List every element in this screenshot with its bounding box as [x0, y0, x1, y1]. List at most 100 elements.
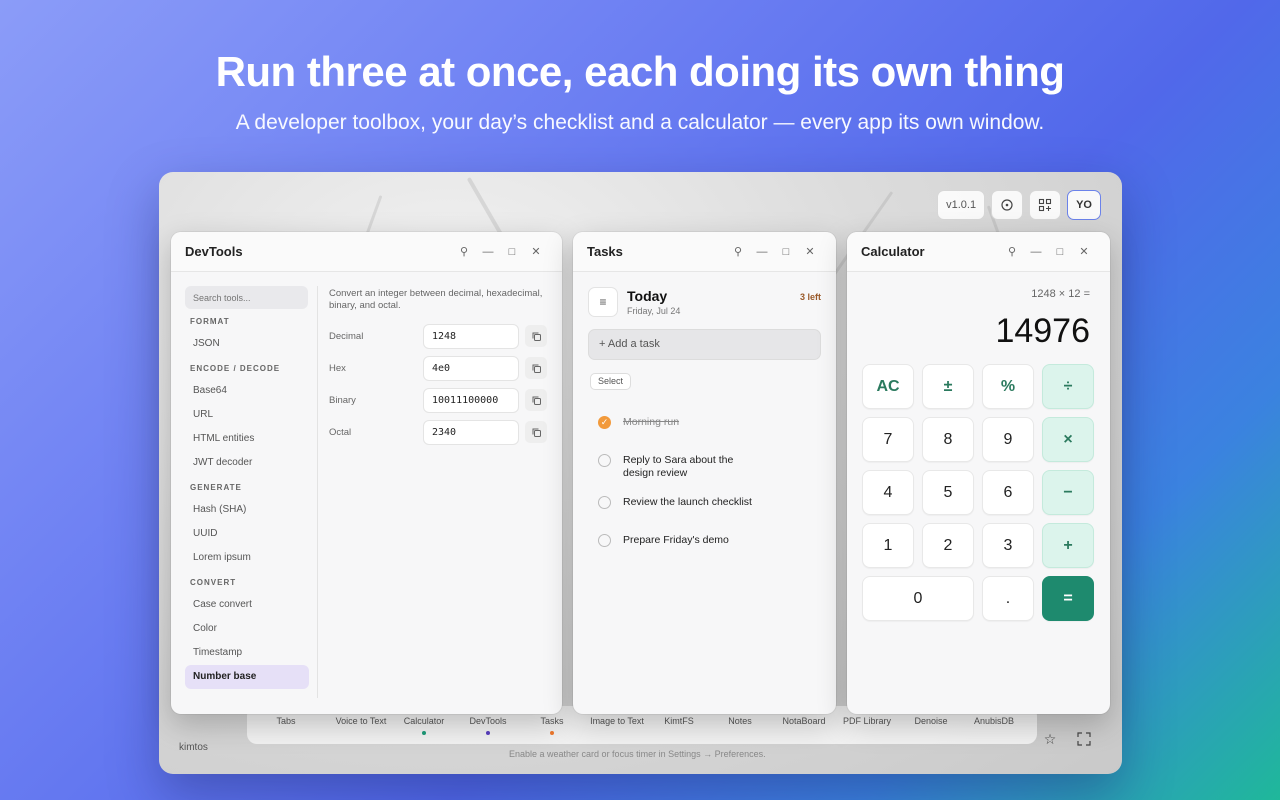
- devtools-titlebar: DevTools ⚲ — □ ✕: [171, 232, 562, 272]
- dock-item-label: Tabs: [276, 716, 296, 726]
- checked-checkbox[interactable]: ✓: [598, 416, 611, 429]
- task-checkbox[interactable]: [598, 496, 611, 509]
- maximize-button[interactable]: □: [500, 246, 524, 258]
- close-button[interactable]: ✕: [798, 245, 822, 258]
- maximize-button[interactable]: □: [1048, 246, 1072, 258]
- sidebar-section-heading: ENCODE / DECODE: [190, 364, 281, 373]
- calc-key-divide[interactable]: ÷: [1042, 364, 1094, 409]
- sidebar-item-case-convert[interactable]: Case convert: [185, 593, 309, 617]
- copy-button[interactable]: [525, 325, 547, 347]
- sidebar-item-jwt-decoder[interactable]: JWT decoder: [185, 451, 309, 475]
- task-text: Morning run: [623, 416, 680, 428]
- calc-key-4[interactable]: 4: [862, 470, 914, 515]
- sidebar-item-json[interactable]: JSON: [185, 332, 309, 356]
- chat-button[interactable]: [991, 190, 1024, 220]
- sidebar-item-html-entities[interactable]: HTML entities: [185, 427, 309, 451]
- sidebar-divider: [317, 286, 318, 698]
- task-text: Review the launch checklist: [623, 496, 752, 508]
- close-button[interactable]: ✕: [524, 245, 548, 258]
- running-indicator: [550, 731, 554, 735]
- minimize-button[interactable]: —: [750, 246, 774, 258]
- calc-key-3[interactable]: 3: [982, 523, 1034, 568]
- sidebar-item-base64[interactable]: Base64: [185, 379, 309, 403]
- calc-expression: 1248 × 12 =: [1031, 288, 1090, 300]
- copy-button[interactable]: [525, 389, 547, 411]
- window-title: Tasks: [587, 244, 623, 259]
- sidebar-item-color[interactable]: Color: [185, 617, 309, 641]
- calc-key-7[interactable]: 7: [862, 417, 914, 462]
- add-task-input[interactable]: + Add a task: [588, 329, 821, 360]
- fullscreen-button[interactable]: [1071, 726, 1097, 752]
- copy-icon: [532, 396, 541, 405]
- task-checkbox[interactable]: [598, 454, 611, 467]
- task-checkbox[interactable]: [598, 534, 611, 547]
- tool-description: Convert an integer between decimal, hexa…: [329, 288, 543, 311]
- user-avatar-button[interactable]: YO: [1067, 190, 1101, 220]
- field-row-octal: Octal 2340: [329, 416, 549, 448]
- calc-key-minus[interactable]: −: [1042, 470, 1094, 515]
- fullscreen-icon: [1077, 732, 1091, 746]
- hex-value-field[interactable]: 4e0: [423, 355, 519, 381]
- close-button[interactable]: ✕: [1072, 245, 1096, 258]
- calc-key-percent[interactable]: %: [982, 364, 1034, 409]
- select-button[interactable]: Select: [590, 373, 632, 390]
- decimal-value-field[interactable]: 1248: [423, 323, 519, 349]
- task-item[interactable]: Reply to Sara about the design review: [598, 454, 763, 480]
- sidebar-item-timestamp[interactable]: Timestamp: [185, 641, 309, 665]
- dock-item-tabs[interactable]: Tabs: [246, 716, 326, 726]
- sidebar-item-number-base[interactable]: Number base: [185, 665, 309, 689]
- calc-key-0[interactable]: 0: [862, 576, 974, 621]
- copy-button[interactable]: [525, 357, 547, 379]
- maximize-button[interactable]: □: [774, 246, 798, 258]
- task-item[interactable]: Review the launch checklist: [598, 496, 763, 509]
- task-item[interactable]: Prepare Friday's demo: [598, 534, 763, 547]
- sidebar-section-heading: GENERATE: [190, 483, 242, 492]
- pin-button[interactable]: ⚲: [1000, 245, 1024, 258]
- dock-item-anubisdb[interactable]: AnubisDB: [954, 716, 1034, 726]
- octal-value-field[interactable]: 2340: [423, 419, 519, 445]
- calc-key-ac[interactable]: AC: [862, 364, 914, 409]
- apps-button[interactable]: [1029, 190, 1062, 220]
- hero-subtitle: A developer toolbox, your day’s checklis…: [235, 111, 1045, 134]
- task-item[interactable]: ✓ Morning run: [598, 416, 763, 429]
- minimize-button[interactable]: —: [476, 246, 500, 258]
- version-badge: v1.0.1: [937, 190, 986, 220]
- calc-key-9[interactable]: 9: [982, 417, 1034, 462]
- close-icon: ✕: [805, 246, 815, 258]
- minimize-icon: —: [756, 245, 768, 258]
- calculator-titlebar: Calculator ⚲ — □ ✕: [847, 232, 1110, 272]
- sidebar-item-url[interactable]: URL: [185, 403, 309, 427]
- calc-key-plus-minus[interactable]: ±: [922, 364, 974, 409]
- calc-key-equals[interactable]: =: [1042, 576, 1094, 621]
- tools-search-input[interactable]: [185, 286, 308, 309]
- calc-key-1[interactable]: 1: [862, 523, 914, 568]
- pin-button[interactable]: ⚲: [726, 245, 750, 258]
- maximize-icon: □: [508, 245, 516, 258]
- apps-grid-icon: [1039, 198, 1052, 212]
- window-title: Calculator: [861, 244, 925, 259]
- copy-icon: [532, 332, 541, 341]
- sidebar-item-lorem-ipsum[interactable]: Lorem ipsum: [185, 546, 309, 570]
- star-icon: ☆: [1043, 730, 1057, 747]
- calc-key-2[interactable]: 2: [922, 523, 974, 568]
- pin-button[interactable]: ⚲: [452, 245, 476, 258]
- calc-key-decimal[interactable]: .: [982, 576, 1034, 621]
- pin-icon: ⚲: [1007, 246, 1017, 258]
- pin-icon: ⚲: [733, 246, 743, 258]
- minimize-button[interactable]: —: [1024, 246, 1048, 258]
- calc-result: 14976: [995, 312, 1090, 350]
- calc-key-8[interactable]: 8: [922, 417, 974, 462]
- calc-key-multiply[interactable]: ×: [1042, 417, 1094, 462]
- copy-button[interactable]: [525, 421, 547, 443]
- binary-value-field[interactable]: 10011100000: [423, 387, 519, 413]
- favorite-button[interactable]: ☆: [1037, 726, 1063, 752]
- task-text: Prepare Friday's demo: [623, 534, 729, 546]
- calc-key-6[interactable]: 6: [982, 470, 1034, 515]
- task-lists-menu-button[interactable]: ≡: [588, 287, 618, 317]
- menu-icon: ≡: [599, 295, 607, 309]
- calc-key-plus[interactable]: +: [1042, 523, 1094, 568]
- calc-key-5[interactable]: 5: [922, 470, 974, 515]
- sidebar-item-hash-sha[interactable]: Hash (SHA): [185, 498, 309, 522]
- maximize-icon: □: [782, 245, 790, 258]
- sidebar-item-uuid[interactable]: UUID: [185, 522, 309, 546]
